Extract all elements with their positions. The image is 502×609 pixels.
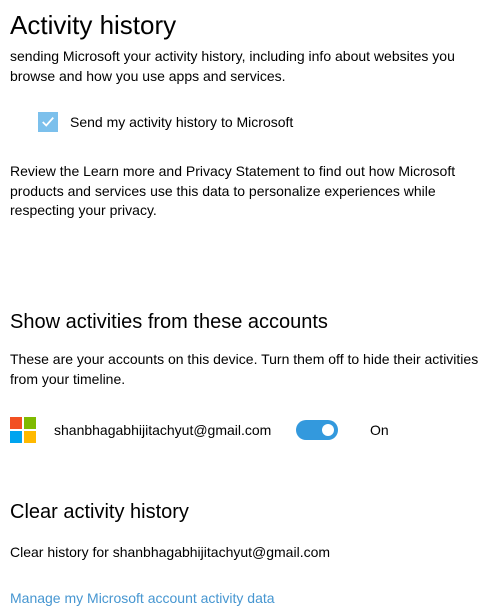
accounts-description: These are your accounts on this device. … xyxy=(10,350,492,389)
manage-activity-link[interactable]: Manage my Microsoft account activity dat… xyxy=(10,590,275,606)
review-privacy-text: Review the Learn more and Privacy Statem… xyxy=(10,162,492,221)
accounts-heading: Show activities from these accounts xyxy=(10,311,492,334)
send-activity-checkbox-row: Send my activity history to Microsoft xyxy=(38,112,492,132)
page-title: Activity history xyxy=(10,10,492,41)
account-row: shanbhagabhijitachyut@gmail.com On xyxy=(10,417,492,443)
account-toggle[interactable] xyxy=(296,420,338,440)
check-icon xyxy=(41,115,55,129)
clear-history-description: Clear history for shanbhagabhijitachyut@… xyxy=(10,544,492,560)
activity-description: sending Microsoft your activity history,… xyxy=(10,47,492,86)
account-email: shanbhagabhijitachyut@gmail.com xyxy=(54,422,278,438)
toggle-state-label: On xyxy=(370,422,389,438)
send-activity-checkbox[interactable] xyxy=(38,112,58,132)
clear-history-heading: Clear activity history xyxy=(10,501,492,524)
send-activity-label: Send my activity history to Microsoft xyxy=(70,114,293,130)
microsoft-logo-icon xyxy=(10,417,36,443)
toggle-thumb xyxy=(322,424,334,436)
